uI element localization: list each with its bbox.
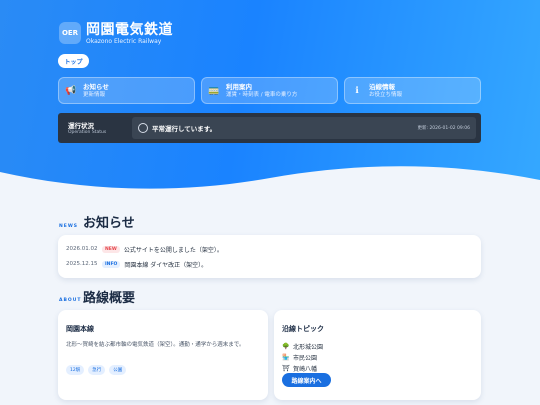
news-date: 2025.12.15: [66, 261, 98, 267]
hero-wave: [0, 166, 540, 200]
train-icon: 🚃: [208, 85, 220, 96]
brand-subtitle: Okazono Electric Railway: [86, 38, 162, 45]
nav-card-subtitle: 更新情報: [83, 91, 106, 98]
info-icon: ℹ: [355, 85, 359, 96]
line-overview-card: 岡園本線 北形〜賀崎を結ぶ都市軸の電気鉄道（架空）。通勤・通学から週末まで。 1…: [58, 310, 268, 400]
tag-chip: 12駅: [66, 365, 85, 375]
route-guide-button[interactable]: 路線案内へ: [282, 373, 331, 387]
about-section-title: 路線概要: [83, 291, 136, 306]
topic-text: 賀崎八幡: [293, 366, 318, 373]
status-circle-icon: [138, 123, 148, 133]
status-updated-time: 更新: 2026-01-02 09:06: [417, 126, 471, 131]
status-label-en: Operation Status: [68, 130, 107, 135]
nav-card-title: お知らせ: [83, 82, 109, 91]
news-section-tag: NEWS: [59, 224, 79, 229]
status-panel[interactable]: 平常運行しています。 更新: 2026-01-02 09:06: [132, 117, 476, 139]
tree-icon: 🌳: [282, 343, 290, 350]
megaphone-icon: 📢: [65, 85, 77, 96]
news-text: 岡園本線 ダイヤ改正（架空）。: [124, 261, 208, 269]
operation-status-bar: 運行状況 Operation Status 平常運行しています。 更新: 202…: [58, 113, 481, 143]
topic-item: ⛩ 賀崎八幡: [282, 364, 317, 373]
nav-card-news[interactable]: 📢 お知らせ 更新情報: [58, 77, 195, 104]
line-card-description: 北形〜賀崎を結ぶ都市軸の電気鉄道（架空）。通勤・通学から週末まで。: [66, 342, 245, 348]
topic-item: 🏪 市民公園: [282, 353, 317, 362]
market-icon: 🏪: [282, 354, 290, 361]
news-badge-info: INFO: [102, 260, 121, 268]
about-section-tag: ABOUT: [59, 298, 82, 303]
line-card-tags: 12駅 急行 公園: [66, 365, 130, 375]
shrine-icon: ⛩: [282, 365, 290, 372]
top-button[interactable]: トップ: [58, 54, 89, 68]
nav-card-subtitle: お役立ち情報: [369, 91, 403, 98]
status-label: 運行状況: [68, 122, 94, 130]
news-badge-new: NEW: [102, 245, 120, 253]
news-item[interactable]: 2025.12.15 INFO 岡園本線 ダイヤ改正（架空）。: [66, 259, 207, 269]
line-topics-card: 沿線トピック 🌳 北形城公園 🏪 市民公園 ⛩ 賀崎八幡 路線案内へ: [274, 310, 481, 400]
nav-card-title: 沿線情報: [369, 82, 395, 91]
news-text: 公式サイトを公開しました（架空）。: [123, 246, 223, 254]
tag-chip: 急行: [88, 365, 106, 375]
news-date: 2026.01.02: [66, 246, 98, 252]
topic-text: 北形城公園: [293, 344, 324, 351]
news-item[interactable]: 2026.01.02 NEW 公式サイトを公開しました（架空）。: [66, 244, 223, 254]
brand-name[interactable]: 岡園電気鉄道: [86, 19, 173, 39]
status-message: 平常運行しています。: [152, 125, 217, 133]
nav-card-subtitle: 運賃・時刻表 / 電車の乗り方: [226, 91, 298, 98]
topic-item: 🌳 北形城公園: [282, 342, 323, 351]
news-section-title: お知らせ: [83, 216, 135, 231]
topic-text: 市民公園: [293, 355, 318, 362]
topics-card-title: 沿線トピック: [282, 325, 324, 333]
logo-badge[interactable]: OER: [59, 22, 81, 44]
tag-chip: 公園: [109, 365, 127, 375]
nav-card-guide[interactable]: 🚃 利用案内 運賃・時刻表 / 電車の乗り方: [201, 77, 338, 104]
line-card-title: 岡園本線: [66, 325, 94, 333]
nav-card-title: 利用案内: [226, 82, 252, 91]
nav-card-area-info[interactable]: ℹ 沿線情報 お役立ち情報: [344, 77, 481, 104]
news-list: 2026.01.02 NEW 公式サイトを公開しました（架空）。 2025.12…: [58, 235, 481, 278]
